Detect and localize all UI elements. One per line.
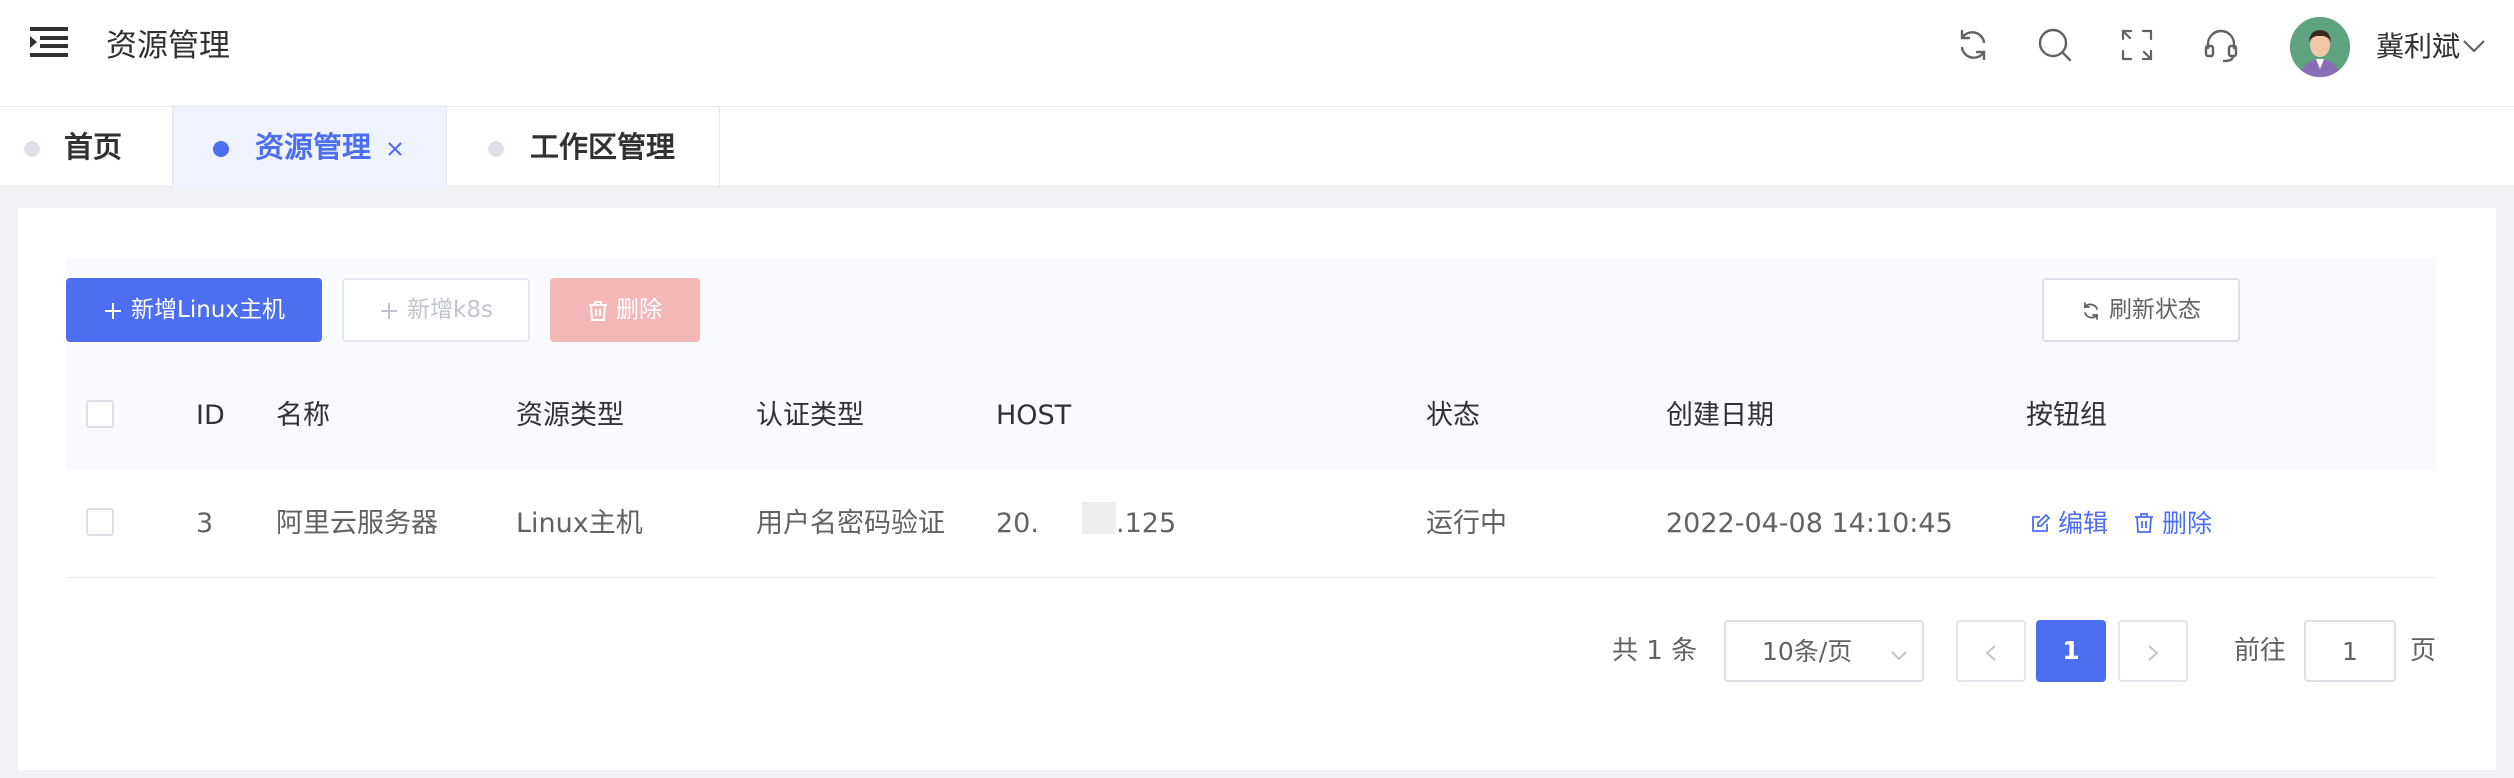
cell-name: 阿里云服务器 (276, 508, 438, 539)
tab-workspace-management[interactable]: 工作区管理 (447, 107, 720, 187)
tab-dot (488, 141, 504, 157)
page-title: 资源管理 (106, 28, 230, 64)
tab-resource-management[interactable]: 资源管理 (173, 107, 447, 187)
avatar[interactable] (2290, 17, 2350, 77)
add-linux-host-button[interactable]: 新增Linux主机 (66, 278, 322, 342)
add-k8s-button[interactable]: 新增k8s (342, 278, 530, 342)
row-checkbox[interactable] (86, 508, 114, 536)
row-divider (66, 577, 2436, 578)
select-all-checkbox[interactable] (86, 400, 114, 428)
edit-icon (2032, 513, 2051, 532)
trash-icon (589, 300, 607, 321)
refresh-icon (2084, 301, 2098, 320)
menu-fold-icon[interactable] (30, 26, 68, 58)
trash-icon (2135, 513, 2153, 533)
chevron-down-icon[interactable] (2462, 38, 2486, 54)
plus-icon (105, 302, 121, 319)
redaction-mask (1082, 502, 1116, 534)
edit-label: 编辑 (2058, 509, 2109, 538)
redaction-mask (1082, 540, 1162, 580)
cell-auth-type: 用户名密码验证 (756, 508, 945, 539)
cell-status: 运行中 (1426, 508, 1507, 539)
avatar-image (2290, 17, 2350, 77)
row-delete-button[interactable]: 删除 (2134, 506, 2212, 542)
tab-dot (24, 141, 40, 157)
plus-icon (381, 302, 398, 319)
cell-host-suffix: .125 (1116, 508, 1177, 539)
refresh-icon[interactable] (1954, 26, 1992, 64)
chevron-down-icon (1891, 651, 1907, 661)
column-header-id: ID (196, 400, 225, 431)
add-linux-label: 新增Linux主机 (131, 297, 285, 323)
headset-icon[interactable] (2202, 26, 2240, 64)
cell-host-prefix: 20. (996, 508, 1039, 539)
prev-page-button[interactable] (1956, 620, 2026, 682)
edit-button[interactable]: 编辑 (2030, 506, 2108, 542)
search-icon[interactable] (2036, 26, 2074, 64)
cell-id: 3 (196, 508, 214, 539)
page-size-select[interactable]: 10条/页 (1724, 620, 1924, 682)
goto-page-input[interactable] (2304, 620, 2396, 682)
bulk-delete-button[interactable]: 删除 (550, 278, 700, 342)
user-name[interactable]: 冀利斌 (2376, 29, 2460, 65)
bulk-delete-label: 删除 (616, 297, 662, 323)
page-number-current[interactable]: 1 (2036, 620, 2106, 682)
column-header-actions: 按钮组 (2026, 400, 2107, 431)
redaction-mask (1040, 500, 1080, 544)
tab-label: 工作区管理 (530, 130, 676, 164)
page-suffix-label: 页 (2410, 636, 2437, 666)
cell-resource-type: Linux主机 (516, 508, 643, 539)
tab-home[interactable]: 首页 (0, 107, 173, 187)
tab-bar: 首页 资源管理 工作区管理 (0, 107, 2514, 187)
column-header-created-date: 创建日期 (1666, 400, 1774, 431)
pagination-total: 共 1 条 (1612, 636, 1698, 666)
top-header: 资源管理 冀利斌 (0, 0, 2514, 107)
column-header-host: HOST (996, 400, 1072, 431)
fullscreen-icon[interactable] (2118, 26, 2156, 64)
goto-label: 前往 (2234, 636, 2287, 666)
refresh-status-button[interactable]: 刷新状态 (2042, 278, 2240, 342)
row-delete-label: 删除 (2162, 509, 2213, 538)
cell-created-date: 2022-04-08 14:10:45 (1666, 508, 1953, 539)
add-k8s-label: 新增k8s (407, 297, 493, 323)
tab-dot (213, 141, 229, 157)
column-header-name: 名称 (276, 400, 330, 431)
chevron-right-icon (2148, 645, 2159, 661)
chevron-left-icon (1985, 645, 1996, 661)
close-icon[interactable] (386, 140, 404, 158)
next-page-button[interactable] (2118, 620, 2188, 682)
tab-label: 资源管理 (255, 130, 372, 164)
refresh-status-label: 刷新状态 (2109, 297, 2201, 323)
column-header-status: 状态 (1426, 400, 1480, 431)
column-header-resource-type: 资源类型 (516, 400, 624, 431)
tab-label: 首页 (64, 130, 123, 164)
page-size-value: 10条/页 (1762, 637, 1853, 666)
column-header-auth-type: 认证类型 (756, 400, 864, 431)
